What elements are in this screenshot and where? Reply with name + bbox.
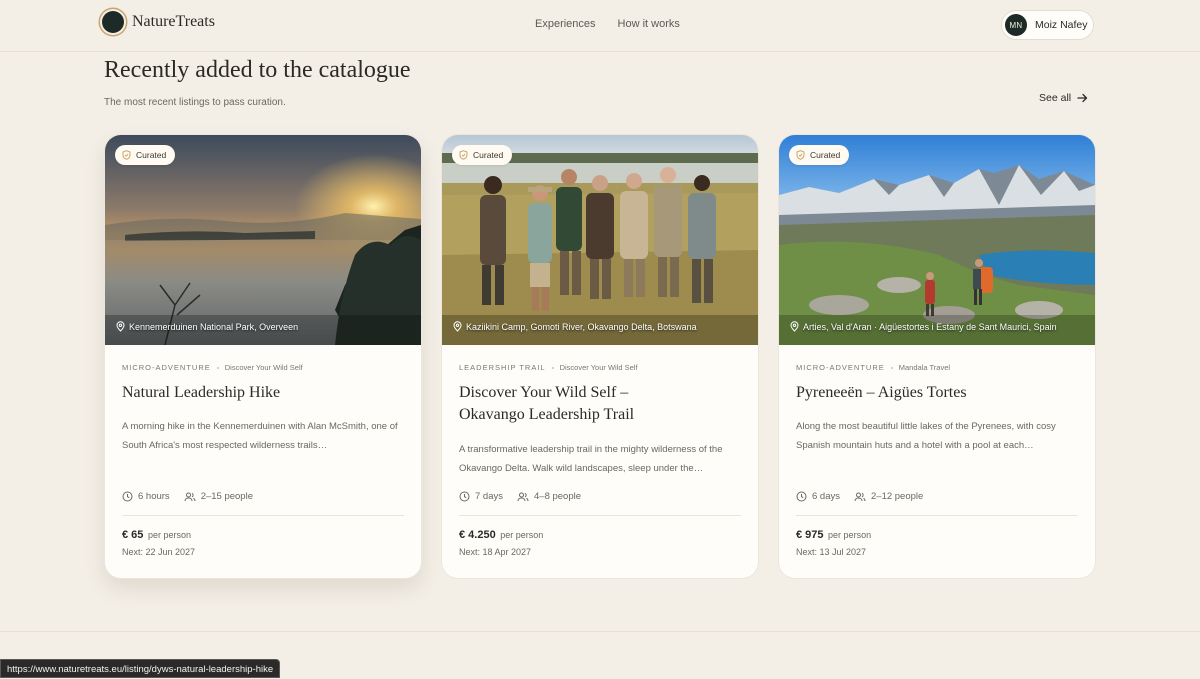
listing-facts: 6 hours 2–15 people (122, 491, 253, 502)
listing-title[interactable]: Pyreneeën – Aigües Tortes (796, 382, 1078, 404)
brand-name: NatureTreats (132, 13, 215, 30)
listing-type: Leadership trail (459, 363, 546, 372)
listing-image: Curated Arties, Val d'Aran · Aigüestorte… (779, 135, 1095, 345)
location-text: Arties, Val d'Aran · Aigüestortes i Esta… (803, 321, 1057, 332)
shield-check-icon (122, 150, 131, 160)
avatar: MN (1005, 14, 1027, 36)
brand-logo-link[interactable]: NatureTreats (102, 11, 215, 33)
listing-image: Curated Kennemerduinen National Park, Ov… (105, 135, 421, 345)
footer-divider (0, 631, 1200, 632)
curated-badge: Curated (452, 145, 513, 165)
badge-label: Curated (136, 150, 167, 160)
next-date: Next: 13 Jul 2027 (796, 547, 867, 557)
group-size: 2–12 people (871, 491, 924, 502)
listing-description: A morning hike in the Kennemerduinen wit… (122, 421, 398, 451)
section-title: Recently added to the catalogue (104, 57, 411, 83)
location-text: Kaziikini Camp, Gomoti River, Okavango D… (466, 321, 697, 332)
shield-check-icon (459, 150, 468, 160)
listing-meta: Micro-adventure Mandala Travel (796, 363, 1078, 372)
map-pin-icon (453, 321, 462, 332)
listing-description: A transformative leadership trail in the… (459, 444, 723, 474)
shield-check-icon (796, 150, 805, 160)
map-pin-icon (116, 321, 125, 332)
listing-type: Micro-adventure (122, 363, 211, 372)
price: € 975 per person (796, 529, 872, 541)
group-size: 2–15 people (200, 491, 253, 502)
listing-meta: Leadership trail Discover Your Wild Self (459, 363, 741, 372)
listing-description: Along the most beautiful little lakes of… (796, 421, 1056, 451)
listing-provider: Discover Your Wild Self (559, 363, 638, 372)
price: € 4.250 per person (459, 529, 544, 541)
location-label: Arties, Val d'Aran · Aigüestortes i Esta… (790, 321, 1057, 332)
browser-status-bar: https://www.naturetreats.eu/listing/dyws… (0, 659, 281, 678)
brand-logo-icon (102, 11, 124, 33)
location-label: Kennemerduinen National Park, Overveen (116, 321, 298, 332)
users-icon (854, 492, 866, 501)
users-icon (517, 492, 529, 501)
listing-image: Curated Kaziikini Camp, Gomoti River, Ok… (442, 135, 758, 345)
user-menu-button[interactable]: MN Moiz Nafey (1001, 10, 1094, 40)
top-navigation-bar: NatureTreats Experiences How it works MN… (0, 0, 1200, 52)
section-subtitle: The most recent listings to pass curatio… (104, 97, 286, 108)
nav-experiences[interactable]: Experiences (535, 18, 596, 30)
duration: 6 days (812, 491, 840, 502)
listing-card[interactable]: Curated Arties, Val d'Aran · Aigüestorte… (779, 135, 1095, 578)
curated-badge: Curated (789, 145, 850, 165)
card-divider (796, 515, 1078, 516)
duration: 6 hours (138, 491, 170, 502)
clock-icon (122, 491, 133, 502)
price: € 65 per person (122, 529, 191, 541)
listing-type: Micro-adventure (796, 363, 885, 372)
arrow-right-icon (1077, 93, 1088, 103)
nav-how-it-works[interactable]: How it works (618, 18, 680, 30)
clock-icon (459, 491, 470, 502)
card-divider (459, 515, 741, 516)
listing-card[interactable]: Curated Kennemerduinen National Park, Ov… (105, 135, 421, 578)
location-text: Kennemerduinen National Park, Overveen (129, 321, 299, 332)
badge-label: Curated (473, 150, 504, 160)
next-date: Next: 18 Apr 2027 (459, 547, 532, 557)
clock-icon (796, 491, 807, 502)
listing-meta: Micro-adventure Discover Your Wild Self (122, 363, 404, 372)
badge-label: Curated (810, 150, 841, 160)
duration: 7 days (475, 491, 503, 502)
see-all-link[interactable]: See all (1039, 92, 1088, 104)
users-icon (184, 492, 196, 501)
listing-provider: Discover Your Wild Self (224, 363, 303, 372)
next-date: Next: 22 Jun 2027 (122, 547, 196, 557)
user-name: Moiz Nafey (1035, 19, 1088, 31)
see-all-label: See all (1039, 92, 1072, 104)
listing-card[interactable]: Curated Kaziikini Camp, Gomoti River, Ok… (442, 135, 758, 578)
main-nav: Experiences How it works (535, 18, 680, 30)
listing-facts: 6 days 2–12 people (796, 491, 923, 502)
curated-badge: Curated (115, 145, 176, 165)
listing-title[interactable]: Natural Leadership Hike (122, 382, 404, 404)
listing-provider: Mandala Travel (898, 363, 951, 372)
listing-facts: 7 days 4–8 people (459, 491, 581, 502)
card-divider (122, 515, 404, 516)
location-label: Kaziikini Camp, Gomoti River, Okavango D… (453, 321, 697, 332)
map-pin-icon (790, 321, 799, 332)
group-size: 4–8 people (534, 491, 582, 502)
listing-title[interactable]: Discover Your Wild Self – Okavango Leader… (459, 382, 741, 426)
